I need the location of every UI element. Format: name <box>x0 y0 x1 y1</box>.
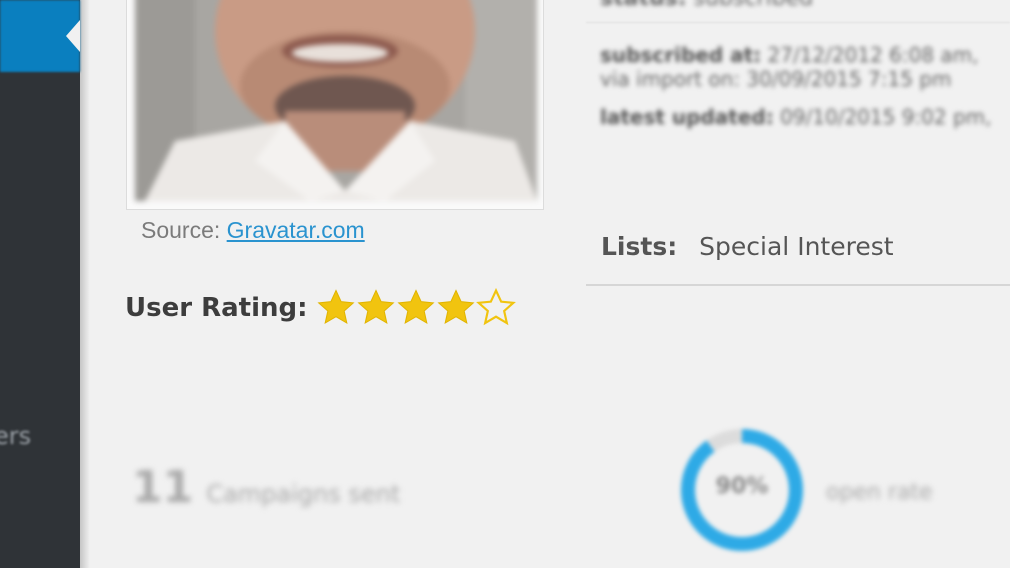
import-line: via import on: 30/09/2015 7:15 pm <box>600 67 952 91</box>
updated-label: latest updated: <box>600 105 774 129</box>
star-empty-icon[interactable] <box>475 288 516 328</box>
avatar-source: Source: Gravatar.com <box>141 217 365 244</box>
sidebar-item-subscribers-label[interactable]: ers <box>0 422 31 450</box>
campaigns-count: 11 <box>132 462 194 513</box>
divider <box>586 284 1010 286</box>
gravatar-link[interactable]: Gravatar.com <box>227 217 365 243</box>
lists-value: Special Interest <box>699 232 894 261</box>
open-rate-percent: 90% <box>715 474 769 499</box>
rating-label: User Rating: <box>125 293 308 323</box>
divider <box>586 22 1010 23</box>
subscriber-status: status: subscribed <box>600 0 813 11</box>
star-filled-icon[interactable] <box>436 288 476 328</box>
star-filled-icon[interactable] <box>396 288 436 328</box>
campaigns-label: Campaigns sent <box>206 480 401 508</box>
sidebar-shadow <box>80 0 90 568</box>
subscriber-meta: subscribed at: 27/12/2012 6:08 am, via i… <box>600 38 992 134</box>
lists-label: Lists: <box>601 232 678 261</box>
open-rate-label: open rate <box>826 480 933 505</box>
updated-value: 09/10/2015 9:02 pm, <box>780 105 992 129</box>
status-value: subscribed <box>694 0 814 11</box>
admin-sidebar: ers <box>0 0 80 568</box>
star-filled-icon[interactable] <box>356 288 396 328</box>
subscriber-lists: Lists: Special Interest <box>601 232 894 261</box>
status-label: status: <box>600 0 687 11</box>
avatar-frame <box>126 0 544 210</box>
star-filled-icon[interactable] <box>316 288 356 328</box>
campaigns-sent-stat: 11 Campaigns sent <box>132 462 400 513</box>
sidebar-active-indicator <box>66 20 80 52</box>
user-rating: User Rating: <box>125 288 516 328</box>
source-prefix: Source: <box>141 217 221 243</box>
rating-stars <box>316 288 516 328</box>
avatar <box>135 0 537 201</box>
